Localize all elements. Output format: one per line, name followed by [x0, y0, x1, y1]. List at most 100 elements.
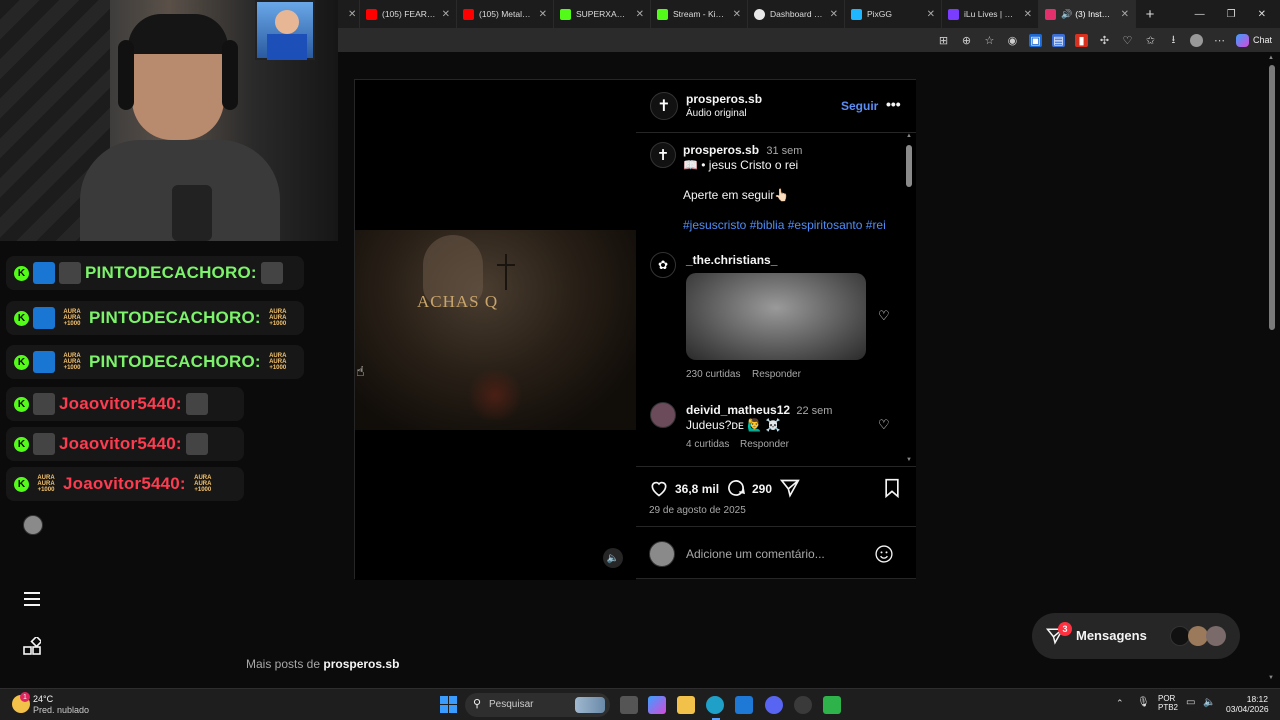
tab-ilu-lives[interactable]: iLu Lives | React✕ [942, 0, 1039, 28]
caption-avatar[interactable]: ✝ [650, 142, 676, 168]
chat-message: K Joaovitor5440: [6, 427, 244, 461]
profile-avatar[interactable] [23, 515, 43, 535]
comment-username[interactable]: _the.christians_ [686, 253, 777, 267]
windows-start-icon[interactable] [440, 696, 457, 713]
file-explorer-icon[interactable] [677, 696, 695, 714]
restore-icon[interactable]: ❐ [1227, 9, 1236, 20]
tab-instagram[interactable]: 🔊(3) Instagram✕ [1039, 0, 1136, 28]
performance-icon[interactable]: ♡ [1121, 34, 1134, 47]
tab-superxandao[interactable]: SUPERXANDAO✕ [554, 0, 651, 28]
close-icon[interactable]: ✕ [830, 9, 838, 20]
extension-icon[interactable]: ◉ [1006, 34, 1019, 47]
close-icon[interactable]: ✕ [1121, 9, 1129, 20]
like-comment-icon[interactable]: ♡ [878, 417, 890, 433]
app-available-icon[interactable]: ⊞ [937, 34, 950, 47]
more-icon[interactable]: ⋯ [1213, 34, 1226, 47]
extension-icon[interactable]: ▣ [1028, 33, 1042, 47]
scroll-down-icon[interactable]: ▼ [1268, 675, 1274, 681]
author-avatar[interactable]: ✝ [650, 92, 678, 120]
close-icon[interactable]: ✕ [927, 9, 935, 20]
profile-icon[interactable] [1189, 33, 1203, 47]
microphone-icon[interactable]: 🎙 [1137, 697, 1150, 708]
photos-icon[interactable] [735, 696, 753, 714]
app-icon[interactable] [823, 696, 841, 714]
taskbar-search[interactable]: ⚲ Pesquisar [465, 693, 610, 717]
extension-icon[interactable]: ▮ [1074, 33, 1088, 47]
more-posts-username[interactable]: prosperos.sb [323, 657, 399, 671]
extensions-puzzle-icon[interactable]: ✣ [1098, 34, 1111, 47]
new-tab-button[interactable]: + [1136, 0, 1164, 28]
speaker-icon[interactable]: 🔊 [1061, 9, 1072, 20]
tab-metal[interactable]: (105) Metal Instr✕ [457, 0, 554, 28]
tab-stream-kick[interactable]: Stream - Kick Da✕ [651, 0, 748, 28]
discord-icon[interactable] [765, 696, 783, 714]
tray-expand-icon[interactable]: ⌃ [1116, 698, 1124, 709]
comment-likes[interactable]: 4 curtidas [686, 439, 729, 450]
save-bookmark-icon[interactable] [882, 478, 902, 499]
task-view-icon[interactable] [620, 696, 638, 714]
caption-username[interactable]: prosperos.sb [683, 143, 759, 157]
more-options-icon[interactable]: ••• [886, 96, 901, 112]
share-icon[interactable] [779, 478, 800, 498]
clock[interactable]: 18:12 03/04/2026 [1226, 694, 1269, 714]
apps-icon[interactable] [23, 635, 43, 655]
close-window-icon[interactable]: ✕ [1258, 9, 1266, 20]
caption-hashtags[interactable]: #jesuscristo #biblia #espiritosanto #rei [683, 218, 886, 232]
comments-scrollbar[interactable]: ▲ ▼ [904, 133, 914, 465]
close-icon[interactable]: ✕ [442, 9, 450, 20]
messages-button[interactable]: 3 Mensagens [1032, 613, 1240, 659]
edge-icon[interactable] [706, 696, 724, 714]
comment-count[interactable]: 290 [752, 482, 772, 496]
page-scrollbar[interactable]: ▲ ▼ [1268, 55, 1276, 685]
like-icon[interactable] [649, 478, 669, 498]
close-icon[interactable]: ✕ [1024, 9, 1032, 20]
commenter-avatar[interactable] [650, 402, 676, 428]
scroll-down-icon[interactable]: ▼ [906, 457, 912, 463]
like-comment-icon[interactable]: ♡ [878, 308, 890, 324]
obs-icon[interactable] [794, 696, 812, 714]
instagram-post-modal: ACHAS Q 🔈 ✝ prosperos.sb Áudio original … [354, 79, 916, 580]
weather-temp[interactable]: 24°C [33, 694, 53, 704]
comment-likes[interactable]: 230 curtidas [686, 369, 740, 380]
tab-close-icon[interactable]: ✕ [338, 0, 360, 28]
post-video[interactable]: ACHAS Q 🔈 [355, 80, 636, 580]
follow-button[interactable]: Seguir [841, 99, 878, 113]
tool-badge-icon [33, 262, 55, 284]
volume-icon[interactable]: 🔈 [603, 548, 623, 568]
tab-dashboard[interactable]: Dashboard - Live✕ [748, 0, 845, 28]
zoom-icon[interactable]: ⊕ [960, 34, 973, 47]
close-icon[interactable]: ✕ [636, 9, 644, 20]
scroll-up-icon[interactable]: ▲ [906, 133, 912, 139]
extension-icon[interactable]: ▤ [1051, 33, 1065, 47]
comment-input[interactable]: Adicione um comentário... [686, 547, 825, 561]
language-indicator[interactable]: POR PTB2 [1158, 694, 1178, 712]
audio-label[interactable]: Áudio original [686, 108, 747, 119]
minimize-icon[interactable]: — [1195, 9, 1205, 20]
copilot-icon[interactable] [648, 696, 666, 714]
copilot-chat-button[interactable]: Chat [1235, 33, 1272, 47]
chat-username: Joaovitor5440: [59, 394, 182, 413]
close-icon[interactable]: ✕ [539, 9, 547, 20]
favorite-star-icon[interactable]: ☆ [983, 34, 996, 47]
download-icon[interactable]: ⭳ [1167, 34, 1180, 47]
network-icon[interactable]: ▭ [1186, 697, 1195, 708]
comment-username[interactable]: deivid_matheus12 [686, 403, 790, 417]
like-count[interactable]: 36,8 mil [675, 482, 719, 496]
volume-icon[interactable]: 🔈 [1203, 697, 1215, 708]
reply-button[interactable]: Responder [752, 369, 801, 380]
tab-pixgg[interactable]: PixGG ✕ [845, 0, 942, 28]
favorites-icon[interactable]: ✩ [1144, 34, 1157, 47]
weather-desc[interactable]: Pred. nublado [33, 705, 89, 715]
contact-avatar [1188, 626, 1208, 646]
scroll-up-icon[interactable]: ▲ [1268, 55, 1274, 61]
commenter-avatar[interactable]: ✿ [650, 252, 676, 278]
emoji-icon[interactable] [874, 544, 894, 564]
close-icon[interactable]: ✕ [733, 9, 741, 20]
comment-sticker-image [686, 273, 866, 360]
tab-fear-the[interactable]: (105) FEAR THE✕ [360, 0, 457, 28]
menu-icon[interactable] [23, 590, 41, 608]
kick-badge-icon: K [14, 310, 29, 326]
author-username[interactable]: prosperos.sb [686, 92, 762, 106]
comment-icon[interactable] [726, 478, 746, 498]
reply-button[interactable]: Responder [740, 439, 789, 450]
